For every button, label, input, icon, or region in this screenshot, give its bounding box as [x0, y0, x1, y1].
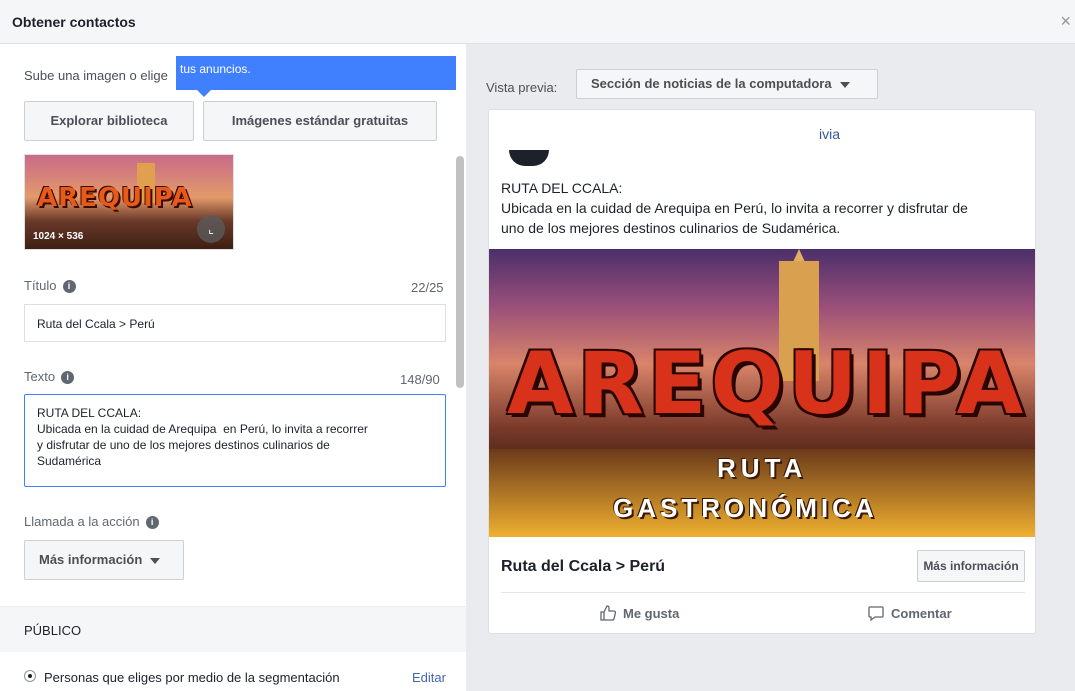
crop-icon[interactable]: ⌞: [197, 215, 225, 243]
like-button[interactable]: Me gusta: [599, 604, 679, 622]
free-stock-images-button[interactable]: Imágenes estándar gratuitas: [203, 101, 437, 141]
thumbnail-word: AREQUIPA: [37, 183, 193, 213]
learn-more-button[interactable]: Más información: [917, 550, 1025, 582]
avatar: [509, 150, 549, 166]
ad-preview-panel: Vista previa: Sección de noticias de la …: [466, 44, 1075, 691]
image-subtitle-1: RUTA: [717, 453, 808, 483]
browse-library-button[interactable]: Explorar biblioteca: [24, 101, 194, 141]
like-label: Me gusta: [623, 606, 680, 621]
thumbs-up-icon: [600, 605, 617, 621]
ad-image[interactable]: AREQUIPA RUTA GASTRONÓMICA: [489, 249, 1035, 537]
dialog-title: Obtener contactos: [12, 14, 136, 30]
ad-preview-card: ivia RUTA DEL CCALA: Ubicada en la cuida…: [488, 109, 1036, 634]
info-icon[interactable]: i: [61, 371, 75, 385]
help-tooltip: tus anuncios.: [176, 56, 456, 97]
comment-label: Comentar: [891, 606, 952, 621]
image-title-word: AREQUIPA: [507, 334, 1028, 434]
upload-instructions: Sube una imagen o elige: [24, 68, 168, 83]
ad-text-textarea[interactable]: RUTA DEL CCALA: Ubicada en la cuidad de …: [24, 394, 446, 487]
cta-dropdown-value: Más información: [39, 552, 143, 567]
close-icon[interactable]: ×: [1060, 12, 1071, 30]
text-char-counter: 148/90: [400, 372, 440, 387]
audience-heading: PÚBLICO: [24, 623, 82, 638]
edit-audience-link[interactable]: Editar: [412, 670, 446, 685]
audience-radio[interactable]: [24, 670, 36, 682]
image-thumbnail[interactable]: AREQUIPA 1024 × 536 ⌞: [24, 154, 234, 250]
cta-dropdown[interactable]: Más información: [24, 540, 184, 580]
placement-select-value: Sección de noticias de la computadora: [591, 76, 832, 91]
title-input[interactable]: Ruta del Ccala > Perú: [24, 304, 446, 342]
ad-editor-panel: Sube una imagen o elige tus anuncios. Ex…: [0, 44, 466, 691]
title-char-counter: 22/25: [411, 280, 444, 295]
dialog-header: Obtener contactos ×: [0, 0, 1075, 44]
text-label-text: Texto: [24, 369, 56, 384]
title-label-text: Título: [24, 278, 57, 293]
info-icon[interactable]: i: [62, 280, 76, 294]
title-label: Título i: [24, 278, 76, 294]
image-subtitle-2: GASTRONÓMICA: [613, 493, 878, 523]
ad-headline: Ruta del Ccala > Perú: [501, 558, 666, 575]
ad-primary-text: RUTA DEL CCALA: Ubicada en la cuidad de …: [501, 180, 968, 236]
comment-button[interactable]: Comentar: [867, 604, 952, 622]
card-divider: [501, 592, 1025, 593]
comment-icon: [868, 606, 884, 622]
info-icon[interactable]: i: [145, 516, 159, 530]
audience-section-header: PÚBLICO: [0, 606, 466, 652]
cta-label: Llamada a la acción i: [24, 514, 159, 530]
tooltip-text: tus anuncios.: [180, 62, 251, 76]
preview-label: Vista previa:: [486, 80, 558, 95]
chevron-down-icon: [150, 557, 161, 564]
image-dimensions: 1024 × 536: [33, 231, 84, 242]
placement-select[interactable]: Sección de noticias de la computadora: [576, 69, 878, 99]
audience-option-label: Personas que eliges por medio de la segm…: [44, 670, 340, 685]
page-name[interactable]: ivia: [819, 126, 840, 142]
tooltip-arrow: [196, 89, 212, 97]
chevron-down-icon: [839, 81, 850, 88]
cta-label-text: Llamada a la acción: [24, 514, 140, 529]
scrollbar-thumb[interactable]: [456, 156, 464, 388]
text-label: Texto i: [24, 369, 75, 385]
